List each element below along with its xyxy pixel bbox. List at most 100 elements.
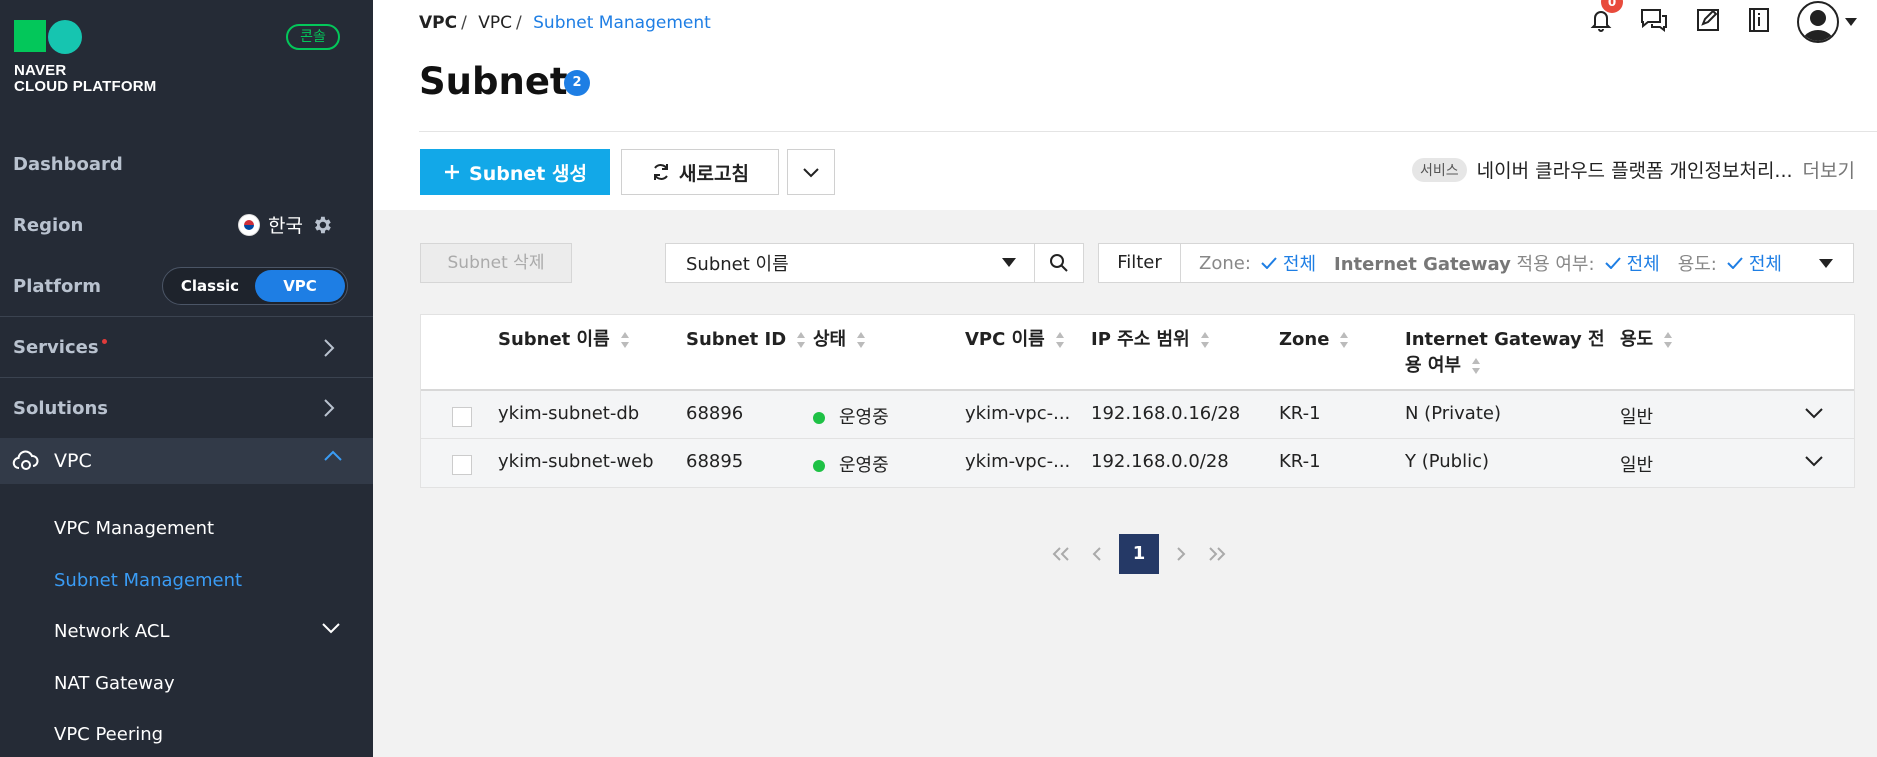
col-ip-range[interactable]: IP 주소 범위 — [1091, 327, 1210, 353]
chat-button[interactable] — [1639, 7, 1669, 37]
notification-button[interactable]: 0 — [1589, 0, 1623, 37]
filter-label[interactable]: Filter — [1099, 244, 1181, 282]
console-badge[interactable]: 콘솔 — [286, 24, 340, 50]
col-zone[interactable]: Zone — [1279, 327, 1349, 353]
filter-bar[interactable]: Filter Zone: 전체 Internet Gateway 적용 여부: … — [1098, 243, 1854, 283]
search-button[interactable] — [1034, 243, 1084, 283]
expand-row-icon[interactable] — [1804, 407, 1824, 419]
status-running-dot — [813, 412, 825, 424]
refresh-label: 새로고침 — [679, 162, 749, 185]
nav-subnet-management[interactable]: Subnet Management — [54, 570, 242, 591]
nav-vpc-peering[interactable]: VPC Peering — [54, 724, 163, 745]
platform-classic[interactable]: Classic — [165, 270, 255, 302]
chevron-left-icon — [1092, 547, 1101, 561]
nav-network-acl[interactable]: Network ACL — [54, 621, 169, 642]
nav-dashboard[interactable]: Dashboard — [0, 134, 373, 194]
region-selector[interactable]: 한국 — [238, 211, 333, 238]
cell-igw: Y (Public) — [1405, 451, 1490, 472]
gear-icon[interactable] — [311, 214, 333, 236]
subnet-table: Subnet 이름 Subnet ID 상태 VPC 이름 IP 주소 범위 Z… — [420, 314, 1855, 488]
igw-filter-value[interactable]: 전체 — [1604, 250, 1660, 276]
col-status[interactable]: 상태 — [813, 327, 866, 353]
chevron-down-icon[interactable] — [321, 622, 341, 634]
search-field-select[interactable]: Subnet 이름 — [665, 243, 1035, 283]
check-icon — [1727, 257, 1743, 269]
header-divider — [419, 131, 1877, 132]
delete-subnet-button[interactable]: Subnet 삭제 — [420, 243, 572, 283]
nav-vpc-section[interactable]: VPC — [0, 438, 373, 484]
brand-line1: NAVER — [14, 62, 67, 79]
breadcrumb-item-vpc[interactable]: VPC — [419, 13, 457, 33]
count-badge: 2 — [564, 70, 590, 96]
col-subnet-name[interactable]: Subnet 이름 — [498, 327, 630, 353]
sort-icon — [857, 332, 866, 348]
page-number-current[interactable]: 1 — [1119, 534, 1159, 574]
create-subnet-label: Subnet 생성 — [469, 162, 587, 185]
breadcrumb: VPC / VPC / Subnet Management — [419, 13, 711, 33]
zone-filter-value[interactable]: 전체 — [1261, 250, 1316, 276]
cell-usage: 일반 — [1620, 407, 1654, 428]
status-running-dot — [813, 460, 825, 472]
col-usage[interactable]: 용도 — [1620, 327, 1673, 353]
cell-subnet-id: 68896 — [686, 403, 744, 424]
table-row[interactable]: ykim-subnet-web 68895 운영중 ykim-vpc-... 1… — [421, 439, 1854, 487]
notice-text[interactable]: 네이버 클라우드 플랫폼 개인정보처리... — [1477, 156, 1793, 183]
refresh-button[interactable]: 새로고침 — [621, 149, 779, 195]
nav-vpc-label: VPC — [54, 450, 92, 472]
chat-icon — [1641, 9, 1667, 32]
table-header: Subnet 이름 Subnet ID 상태 VPC 이름 IP 주소 범위 Z… — [421, 315, 1854, 391]
row-checkbox[interactable] — [452, 455, 472, 475]
logo-square — [14, 20, 46, 52]
platform-toggle[interactable]: Classic VPC — [162, 267, 348, 305]
table-row[interactable]: ykim-subnet-db 68896 운영중 ykim-vpc-... 19… — [421, 391, 1854, 439]
korea-flag-icon — [238, 213, 261, 236]
cell-subnet-name: ykim-subnet-db — [498, 403, 640, 424]
search-icon — [1050, 254, 1068, 272]
usage-filter-value[interactable]: 전체 — [1727, 250, 1782, 276]
col-igw[interactable]: Internet Gateway 전용 여부 — [1405, 327, 1605, 379]
caret-down-icon[interactable] — [1819, 259, 1833, 268]
plus-icon — [445, 165, 460, 179]
user-menu[interactable] — [1797, 1, 1857, 43]
col-subnet-id[interactable]: Subnet ID — [686, 327, 806, 353]
memo-button[interactable] — [1695, 7, 1721, 37]
prev-page-button[interactable] — [1079, 534, 1115, 574]
search-field-value: Subnet 이름 — [686, 254, 789, 275]
new-dot-icon — [101, 339, 107, 344]
main-content: VPC/ VPC/ Subnet Management Subnet 2 0 — [373, 0, 1877, 757]
info-button[interactable] — [1747, 7, 1771, 37]
nav-nat-gateway[interactable]: NAT Gateway — [54, 673, 175, 694]
nav-solutions-label: Solutions — [13, 397, 108, 419]
cell-zone: KR-1 — [1279, 403, 1321, 424]
cell-igw: N (Private) — [1405, 403, 1501, 424]
first-page-button[interactable] — [1043, 534, 1079, 574]
cell-status: 운영중 — [813, 451, 889, 477]
brand-line2: CLOUD PLATFORM — [14, 78, 157, 95]
col-vpc-name[interactable]: VPC 이름 — [965, 327, 1065, 353]
zone-filter-key: Zone: — [1199, 252, 1251, 274]
row-checkbox[interactable] — [452, 407, 472, 427]
double-chevron-right-icon — [1209, 547, 1226, 561]
usage-filter-key: 용도: — [1677, 254, 1717, 275]
create-subnet-button[interactable]: Subnet 생성 — [420, 149, 610, 195]
logo-circle — [48, 20, 82, 54]
igw-filter-key: Internet Gateway 적용 여부: — [1334, 254, 1595, 275]
next-page-button[interactable] — [1163, 534, 1199, 574]
expand-row-icon[interactable] — [1804, 455, 1824, 467]
nav-services[interactable]: Services — [0, 318, 373, 378]
chevron-right-icon — [1177, 547, 1186, 561]
nav-solutions[interactable]: Solutions — [0, 378, 373, 438]
chevron-right-icon — [324, 339, 335, 357]
notice-more-link[interactable]: 더보기 — [1803, 156, 1855, 183]
platform-vpc[interactable]: VPC — [255, 270, 345, 302]
cell-ip-range: 192.168.0.0/28 — [1091, 451, 1229, 472]
chevron-down-icon — [803, 167, 819, 177]
more-actions-button[interactable] — [787, 149, 835, 195]
nav-vpc-management[interactable]: VPC Management — [54, 518, 214, 539]
breadcrumb-item-vpc-2[interactable]: VPC — [478, 13, 512, 33]
cell-subnet-name: ykim-subnet-web — [498, 451, 654, 472]
last-page-button[interactable] — [1199, 534, 1235, 574]
sort-icon — [620, 332, 629, 348]
sort-icon — [1200, 332, 1209, 348]
cell-vpc-name: ykim-vpc-... — [965, 451, 1071, 472]
